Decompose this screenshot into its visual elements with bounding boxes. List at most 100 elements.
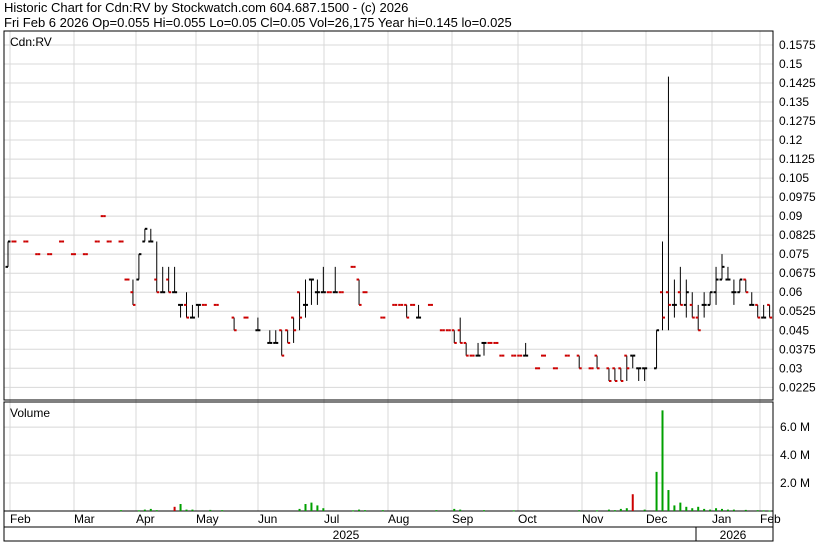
price-tick-label-9: 0.09 — [779, 209, 803, 223]
price-tick-label-12: 0.0675 — [779, 266, 816, 280]
volume-bar-14 — [316, 505, 319, 511]
month-label-3: May — [196, 512, 219, 526]
volume-bar-3 — [149, 508, 152, 511]
month-label-9: Nov — [582, 512, 603, 526]
price-bar-85 — [677, 266, 683, 306]
price-tick-label-2: 0.1425 — [779, 76, 816, 90]
price-bar-18 — [160, 266, 166, 294]
price-tick-label-5: 0.12 — [779, 133, 803, 147]
price-bar-88 — [695, 304, 701, 332]
price-bar-82 — [660, 241, 665, 331]
volume-bar-38 — [685, 506, 688, 511]
price-bar-14 — [136, 253, 142, 281]
volume-bar-48 — [756, 510, 759, 512]
price-tick-label-11: 0.075 — [779, 247, 809, 261]
price-tick-label-15: 0.045 — [779, 323, 809, 337]
price-bar-92 — [719, 254, 725, 281]
price-tick-label-18: 0.0225 — [779, 380, 816, 394]
price-bar-95 — [737, 278, 743, 294]
price-bar-71 — [576, 354, 582, 370]
month-label-5: Jul — [324, 512, 339, 526]
price-bar-27 — [231, 316, 237, 332]
volume-bar-20 — [435, 510, 438, 512]
price-tick-label-0: 0.1575 — [779, 38, 816, 52]
volume-bar-5 — [173, 506, 176, 511]
volume-tick-label-1: 4.0 M — [780, 448, 810, 462]
price-bar-75 — [612, 367, 618, 382]
price-bar-84 — [671, 279, 677, 318]
price-bar-31 — [273, 330, 279, 344]
volume-bar-33 — [655, 471, 658, 511]
volume-bar-23 — [483, 510, 485, 512]
volume-bar-7 — [185, 509, 188, 511]
volume-bar-2 — [143, 509, 146, 511]
price-tick-label-14: 0.0525 — [779, 304, 816, 318]
volume-bar-9 — [209, 509, 212, 511]
volume-bar-28 — [613, 510, 616, 512]
price-bar-76 — [618, 367, 624, 382]
volume-bar-50 — [768, 510, 771, 512]
price-tick-label-17: 0.03 — [779, 361, 803, 375]
volume-bar-42 — [709, 509, 712, 511]
price-tick-label-10: 0.0825 — [779, 228, 816, 242]
price-tick-label-6: 0.1125 — [779, 152, 815, 166]
price-tick-label-1: 0.15 — [779, 57, 803, 71]
price-tick-label-8: 0.0975 — [779, 190, 816, 204]
volume-bar-21 — [453, 508, 456, 511]
stock-chart-page: Historic Chart for Cdn:RV by Stockwatch.… — [0, 0, 830, 543]
volume-bar-10 — [221, 510, 224, 512]
month-label-8: Oct — [518, 512, 537, 526]
volume-bar-0 — [120, 510, 123, 512]
volume-bar-32 — [643, 509, 646, 511]
price-tick-label-4: 0.1275 — [779, 114, 816, 128]
volume-bar-12 — [304, 504, 307, 511]
volume-bar-16 — [352, 510, 355, 512]
price-bar-36 — [303, 279, 308, 318]
price-bar-20 — [172, 266, 178, 294]
volume-bar-4 — [155, 510, 158, 512]
volume-bar-17 — [358, 509, 361, 511]
price-tick-label-7: 0.105 — [779, 171, 809, 185]
volume-bar-6 — [179, 504, 182, 511]
volume-bar-44 — [721, 508, 723, 511]
price-bar-96 — [743, 278, 749, 294]
volume-bar-24 — [512, 510, 515, 512]
month-label-7: Sep — [452, 512, 474, 526]
price-bar-33 — [285, 329, 291, 344]
price-panel-title: Cdn:RV — [10, 35, 52, 49]
volume-bar-35 — [667, 490, 670, 511]
volume-bar-39 — [691, 508, 694, 511]
volume-bar-41 — [703, 508, 706, 511]
price-bar-74 — [606, 367, 612, 382]
volume-bar-8 — [191, 509, 194, 511]
volume-bar-46 — [732, 509, 735, 511]
price-bar-97 — [749, 292, 755, 306]
price-bar-32 — [279, 329, 285, 357]
price-bar-29 — [255, 317, 261, 332]
volume-bar-15 — [322, 508, 325, 511]
price-bar-41 — [332, 266, 338, 294]
volume-bar-11 — [298, 508, 301, 511]
month-label-6: Aug — [388, 512, 409, 526]
price-bar-30 — [267, 330, 273, 344]
year-label-1: 2026 — [720, 528, 747, 542]
price-bar-17 — [154, 241, 160, 294]
volume-bar-36 — [673, 505, 676, 511]
volume-bar-19 — [381, 510, 384, 512]
volume-tick-label-2: 2.0 M — [780, 476, 810, 490]
volume-bar-45 — [726, 509, 729, 511]
historic-price-chart: Cdn:RV Volume 0.1575 0.15 0.1425 0.135 0.1275 0… — [3, 30, 816, 542]
month-label-0: Feb — [10, 512, 31, 526]
price-bar-22 — [184, 292, 189, 319]
month-label-10: Dec — [646, 512, 667, 526]
volume-bar-22 — [459, 509, 462, 511]
month-label-4: Jun — [258, 512, 277, 526]
volume-bar-26 — [596, 510, 599, 512]
price-bar-94 — [731, 279, 737, 305]
price-tick-label-3: 0.135 — [779, 95, 809, 109]
price-bar-78 — [630, 354, 636, 369]
volume-bar-29 — [619, 508, 622, 511]
volume-panel-title: Volume — [10, 406, 50, 420]
price-bar-79 — [636, 367, 642, 381]
price-bar-91 — [713, 266, 719, 305]
